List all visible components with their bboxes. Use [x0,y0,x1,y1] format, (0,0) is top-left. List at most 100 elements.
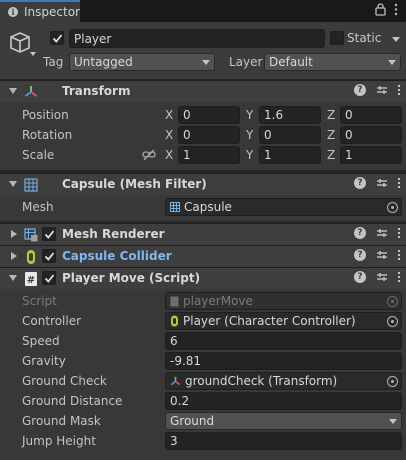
transform-header[interactable]: Transform ? [0,80,406,102]
position-z-field[interactable]: 0 [340,106,402,124]
mesh-renderer-enabled-checkbox[interactable] [42,227,56,241]
chevron-down-icon [202,59,210,65]
ground-distance-field[interactable]: 0.2 [165,392,402,410]
ground-check-label: Ground Check [22,374,107,388]
layer-dropdown[interactable]: Default [264,53,401,71]
checkmark-icon [44,273,54,283]
player-move-header[interactable]: # Player Move (Script) ? [0,267,406,289]
script-file-icon [170,296,179,306]
capsule-collider-enabled-checkbox[interactable] [42,249,56,263]
object-picker-icon [387,296,398,307]
rotation-z-field[interactable]: 0 [340,126,402,144]
foldout-arrow-icon[interactable] [11,230,17,238]
kebab-icon[interactable] [398,85,400,95]
kebab-icon[interactable] [398,178,400,188]
player-move-enabled-checkbox[interactable] [42,271,56,285]
foldout-arrow-icon[interactable] [9,88,17,94]
axis-y-label: Y [246,148,254,162]
jump-height-label: Jump Height [22,434,96,448]
help-icon[interactable]: ? [354,249,366,261]
preset-icon[interactable] [376,271,388,283]
kebab-icon[interactable] [398,228,400,238]
capsule-collider-header[interactable]: Capsule Collider ? [0,245,406,267]
gameobject-active-checkbox[interactable] [50,31,64,45]
tab-inspector[interactable]: i Inspector [0,0,80,22]
menu-icon[interactable] [394,3,398,16]
tab-inspector-label: Inspector [24,5,80,19]
controller-label: Controller [22,314,82,328]
lock-icon[interactable] [375,3,386,16]
axis-y-label: Y [246,108,254,122]
checkmark-icon [44,229,54,239]
foldout-arrow-icon[interactable] [11,252,17,260]
foldout-arrow-icon[interactable] [9,275,17,281]
mesh-filter-grid-icon [24,178,38,192]
axis-x-label: X [165,148,174,162]
transform-title: Transform [62,84,131,98]
static-dropdown-arrow[interactable] [392,37,400,42]
ground-check-object-field[interactable]: groundCheck (Transform) [165,372,402,390]
static-checkbox[interactable] [330,31,344,45]
rotation-x-field[interactable]: 0 [178,126,240,144]
chevron-down-icon [388,59,396,65]
layer-dropdown-value: Default [269,55,313,69]
ground-mask-dropdown[interactable]: Ground [165,412,402,430]
object-picker-icon[interactable] [387,316,398,327]
ground-check-object-value: groundCheck (Transform) [185,374,338,388]
preset-icon[interactable] [376,227,388,239]
axis-x-label: X [165,108,174,122]
position-x-field[interactable]: 0 [178,106,240,124]
chevron-down-icon [389,418,397,424]
scale-z-field[interactable]: 1 [340,146,402,164]
object-picker-icon[interactable] [387,376,398,387]
scale-x-field[interactable]: 1 [178,146,240,164]
mesh-filter-header[interactable]: Capsule (Mesh Filter) ? [0,173,406,195]
speed-label: Speed [22,334,60,348]
layer-label: Layer [229,55,263,69]
kebab-icon[interactable] [398,272,400,282]
preset-icon[interactable] [376,177,388,189]
script-object-field: playerMove [165,292,402,310]
rotation-label: Rotation [22,128,73,142]
controller-object-value: Player (Character Controller) [183,314,356,328]
axis-y-label: Y [246,128,254,142]
mesh-object-field[interactable]: Capsule [165,198,402,216]
help-icon[interactable]: ? [354,177,366,189]
controller-object-field[interactable]: Player (Character Controller) [165,312,402,330]
ground-mask-label: Ground Mask [22,414,101,428]
gameobject-cube-icon[interactable] [8,30,38,58]
help-icon[interactable]: ? [354,227,366,239]
character-controller-icon [171,315,178,327]
kebab-icon[interactable] [398,250,400,260]
gameobject-name-input[interactable]: Player [69,29,325,48]
preset-icon[interactable] [376,249,388,261]
position-y-field[interactable]: 1.6 [259,106,321,124]
mesh-renderer-header[interactable]: Mesh Renderer ? [0,223,406,245]
help-icon[interactable]: ? [354,271,366,283]
rotation-y-field[interactable]: 0 [259,126,321,144]
capsule-collider-icon [26,249,36,265]
mesh-renderer-title: Mesh Renderer [62,227,165,241]
static-label: Static [347,31,382,45]
tag-dropdown[interactable]: Untagged [69,53,215,71]
link-scale-icon[interactable] [142,149,156,161]
scale-y-field[interactable]: 1 [259,146,321,164]
script-label: Script [22,294,57,308]
axis-z-label: Z [327,128,336,142]
checkmark-icon [52,33,62,43]
jump-height-field[interactable]: 3 [165,432,402,450]
preset-icon[interactable] [376,84,388,96]
ground-distance-label: Ground Distance [22,394,123,408]
object-picker-icon[interactable] [387,202,398,213]
mesh-renderer-icon [24,228,38,242]
ground-mask-value: Ground [170,414,215,428]
axis-z-label: Z [327,108,336,122]
foldout-arrow-icon[interactable] [9,181,17,187]
gravity-field[interactable]: -9.81 [165,352,402,370]
axis-x-label: X [165,128,174,142]
gravity-label: Gravity [22,354,66,368]
mesh-filter-body: Mesh Capsule [0,195,406,221]
help-icon[interactable]: ? [354,84,366,96]
speed-field[interactable]: 6 [165,332,402,350]
transform-body: Position X 0 Y 1.6 Z 0 Rotation X 0 Y 0 … [0,102,406,170]
